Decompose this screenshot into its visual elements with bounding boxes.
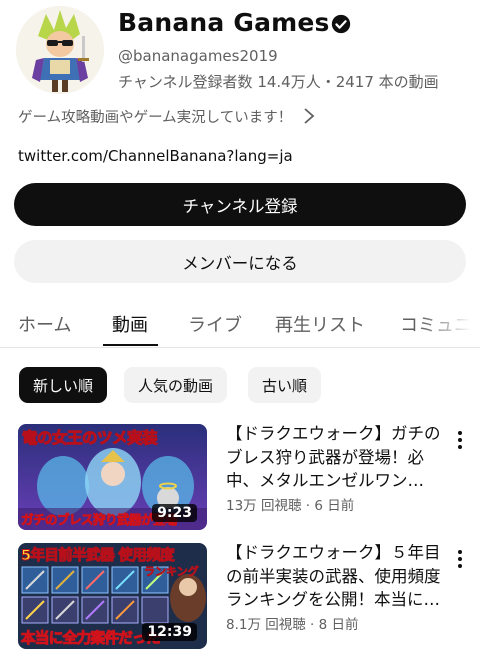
chevron-right-icon bbox=[304, 108, 315, 124]
sort-chip-popular[interactable]: 人気の動画 bbox=[124, 367, 228, 403]
more-vert-icon[interactable] bbox=[452, 428, 468, 452]
video-meta: 8.1万 回視聴 · 8 日前 bbox=[226, 617, 359, 633]
join-membership-button[interactable]: メンバーになる bbox=[14, 240, 466, 283]
channel-stats: チャンネル登録者数 14.4万人・2417 本の動画 bbox=[118, 73, 439, 91]
subscribe-button[interactable]: チャンネル登録 bbox=[14, 183, 466, 226]
tabs-fade-overlay bbox=[420, 299, 480, 347]
verified-check-icon bbox=[331, 14, 351, 34]
channel-avatar[interactable] bbox=[16, 6, 104, 94]
channel-link[interactable]: twitter.com/ChannelBanana?lang=ja bbox=[18, 147, 293, 165]
active-tab-indicator bbox=[103, 344, 158, 346]
sort-chip-newest[interactable]: 新しい順 bbox=[19, 367, 108, 403]
thumbnail-badge: ランキング bbox=[144, 565, 199, 579]
video-duration: 12:39 bbox=[142, 623, 197, 641]
video-item[interactable]: 5年目前半武器 使用頻度 ランキング 本当に全力案件だった 12:39 【ドラク… bbox=[0, 543, 480, 663]
video-title[interactable]: 【ドラクエウォーク】ガチのブレス狩り武器が登場！必中、メタルエンゼルワン… bbox=[226, 422, 448, 493]
sort-chip-oldest[interactable]: 古い順 bbox=[248, 367, 322, 403]
video-thumbnail[interactable]: 5年目前半武器 使用頻度 ランキング 本当に全力案件だった 12:39 bbox=[18, 543, 207, 649]
video-meta: 13万 回視聴 · 6 日前 bbox=[226, 498, 355, 514]
channel-description-row[interactable]: ゲーム攻略動画やゲーム実況しています！ bbox=[18, 105, 328, 127]
avatar-character-image bbox=[16, 6, 104, 94]
tab-home[interactable]: ホーム bbox=[18, 311, 71, 337]
video-item[interactable]: 竜の女王のツメ実装 ガチのブレス狩り武器が登場 9:23 【ドラクエウォーク】ガ… bbox=[0, 424, 480, 544]
video-thumbnail[interactable]: 竜の女王のツメ実装 ガチのブレス狩り武器が登場 9:23 bbox=[18, 424, 207, 530]
channel-handle: @bananagames2019 bbox=[118, 47, 278, 65]
tab-videos[interactable]: 動画 bbox=[112, 311, 148, 337]
tab-playlists[interactable]: 再生リスト bbox=[275, 311, 365, 337]
thumbnail-caption-bottom: 本当に全力案件だった bbox=[21, 631, 162, 648]
thumbnail-caption-top: 5年目前半武器 使用頻度 bbox=[21, 548, 176, 565]
video-duration: 9:23 bbox=[152, 504, 197, 522]
channel-tabs: ホーム 動画 ライブ 再生リスト コミュニ bbox=[0, 299, 480, 348]
tab-live[interactable]: ライブ bbox=[188, 311, 242, 337]
channel-description: ゲーム攻略動画やゲーム実況しています！ bbox=[18, 109, 293, 126]
channel-name: Banana Games bbox=[118, 8, 330, 37]
more-vert-icon[interactable] bbox=[452, 547, 468, 571]
video-title[interactable]: 【ドラクエウォーク】５年目の前半実装の武器、使用頻度ランキングを公開！本当に… bbox=[226, 541, 448, 612]
thumbnail-caption-top: 竜の女王のツメ実装 bbox=[21, 429, 158, 448]
